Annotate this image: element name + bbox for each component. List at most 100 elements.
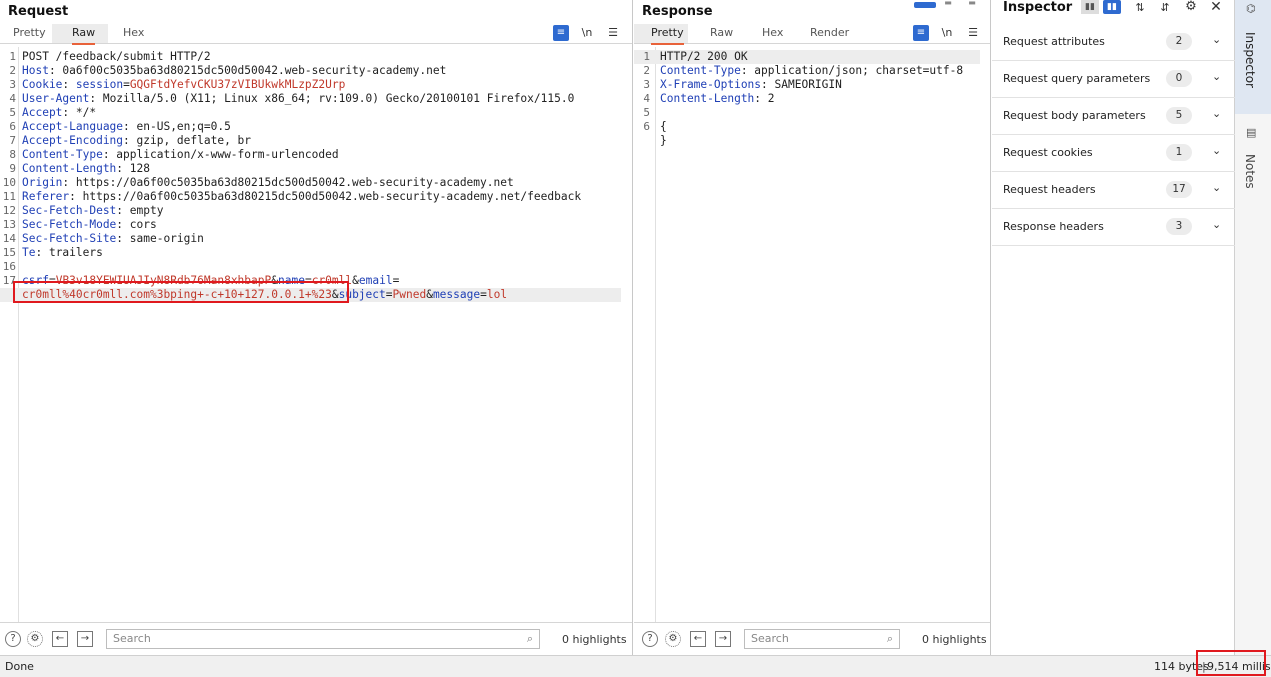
line-text: Host: 0a6f00c5035ba63d80215dc500d50042.w… bbox=[22, 64, 447, 77]
code-line: 3 Cookie: session=GQGFtdYefvCKU37zVIBUkwk… bbox=[0, 78, 621, 92]
line-text: Content-Type: application/json; charset=… bbox=[660, 64, 964, 77]
chevron-down-icon[interactable]: ⌄ bbox=[1212, 218, 1221, 231]
response-tabs: Pretty Raw Hex Render bbox=[634, 24, 990, 45]
rail-inspector-tab[interactable]: ⌬ Inspector bbox=[1235, 0, 1271, 114]
menu-icon[interactable]: ☰ bbox=[605, 25, 621, 41]
close-icon[interactable]: ✕ bbox=[1208, 0, 1224, 15]
row-count-badge: 2 bbox=[1166, 33, 1192, 50]
code-line: 12 Sec-Fetch-Dest: empty bbox=[0, 204, 621, 218]
tab-raw[interactable]: Raw bbox=[710, 26, 733, 43]
request-title: Request bbox=[8, 4, 69, 19]
chevron-down-icon[interactable]: ⌄ bbox=[1212, 181, 1221, 194]
back-arrow-icon[interactable]: ← bbox=[52, 631, 68, 647]
layout-left-icon[interactable]: ▮▮ bbox=[1081, 0, 1099, 14]
newline-toggle[interactable]: \n bbox=[939, 25, 955, 41]
line-text: Accept-Language: en-US,en;q=0.5 bbox=[22, 120, 231, 133]
search-placeholder: Search bbox=[751, 632, 789, 645]
code-line: 7 Accept-Encoding: gzip, deflate, br bbox=[0, 134, 621, 148]
line-text: Sec-Fetch-Site: same-origin bbox=[22, 232, 204, 245]
tab-hex[interactable]: Hex bbox=[762, 26, 783, 43]
wrap-icon[interactable]: ≡ bbox=[553, 25, 569, 41]
line-number: 4 bbox=[643, 92, 650, 105]
request-bottombar: ? ⚙ ← → Search ⌕ 0 highlights bbox=[0, 622, 632, 655]
line-number: 8 bbox=[9, 148, 16, 161]
line-text: Sec-Fetch-Mode: cors bbox=[22, 218, 157, 231]
inspector-row-request-attributes[interactable]: Request attributes 2 ⌄ bbox=[992, 24, 1235, 61]
back-arrow-icon[interactable]: ← bbox=[690, 631, 706, 647]
request-pane: Request Pretty Raw Hex ≡ \n ☰ 1 POST /fee… bbox=[0, 0, 633, 655]
chevron-down-icon[interactable]: ⌄ bbox=[1212, 107, 1221, 120]
row-count-badge: 17 bbox=[1166, 181, 1192, 198]
layout-vertical-icon[interactable]: ▬ bbox=[964, 0, 980, 7]
response-search-input[interactable]: Search ⌕ bbox=[744, 629, 900, 649]
inspector-row-request-body-parameters[interactable]: Request body parameters 5 ⌄ bbox=[992, 98, 1235, 135]
code-line: 13 Sec-Fetch-Mode: cors bbox=[0, 218, 621, 232]
code-line: } bbox=[634, 134, 980, 148]
inspector-row-request-query-parameters[interactable]: Request query parameters 0 ⌄ bbox=[992, 61, 1235, 98]
inspector-pane: Inspector ▮▮ ▮▮ ⇅ ⇵ ⚙ ✕ Request attribut… bbox=[992, 0, 1235, 655]
line-number: 14 bbox=[2, 232, 16, 245]
layout-right-icon[interactable]: ▮▮ bbox=[1103, 0, 1121, 14]
code-line: 5 Accept: */* bbox=[0, 106, 621, 120]
tab-pretty[interactable]: Pretty bbox=[651, 26, 684, 45]
chevron-down-icon[interactable]: ⌄ bbox=[1212, 33, 1221, 46]
menu-icon[interactable]: ☰ bbox=[965, 25, 981, 41]
gear-icon[interactable]: ⚙ bbox=[1183, 0, 1199, 15]
highlight-box-timing bbox=[1196, 650, 1266, 676]
line-number: 11 bbox=[2, 190, 16, 203]
layout-horizontal-icon[interactable]: ▬ bbox=[940, 0, 956, 7]
row-count-badge: 0 bbox=[1166, 70, 1192, 87]
tab-raw[interactable]: Raw bbox=[72, 26, 96, 45]
code-line: 2 Host: 0a6f00c5035ba63d80215dc500d50042.… bbox=[0, 64, 621, 78]
status-bar: Done 114 bytes | 9,514 millis bbox=[0, 650, 1271, 677]
chevron-down-icon[interactable]: ⌄ bbox=[1212, 70, 1221, 83]
tab-pretty[interactable]: Pretty bbox=[13, 26, 46, 43]
wrap-icon[interactable]: ≡ bbox=[913, 25, 929, 41]
layout-split-icon[interactable] bbox=[914, 2, 936, 8]
rail-notes-tab[interactable]: ▤ Notes bbox=[1235, 122, 1271, 197]
newline-toggle[interactable]: \n bbox=[579, 25, 595, 41]
line-number: 4 bbox=[9, 92, 16, 105]
forward-arrow-icon[interactable]: → bbox=[715, 631, 731, 647]
expand-all-icon[interactable]: ⇅ bbox=[1132, 0, 1148, 16]
response-editor[interactable]: 1 HTTP/2 200 OK 2 Content-Type: application… bbox=[634, 47, 980, 622]
settings-icon[interactable]: ⚙ bbox=[27, 631, 43, 647]
collapse-all-icon[interactable]: ⇵ bbox=[1157, 0, 1173, 16]
help-icon[interactable]: ? bbox=[5, 631, 21, 647]
line-text: } bbox=[660, 134, 667, 147]
inspector-row-response-headers[interactable]: Response headers 3 ⌄ bbox=[992, 209, 1235, 246]
response-bottombar: ? ⚙ ← → Search ⌕ 0 highlights bbox=[634, 622, 990, 655]
code-line: 8 Content-Type: application/x-www-form-ur… bbox=[0, 148, 621, 162]
forward-arrow-icon[interactable]: → bbox=[77, 631, 93, 647]
settings-icon[interactable]: ⚙ bbox=[665, 631, 681, 647]
line-number: 13 bbox=[2, 218, 16, 231]
line-number: 1 bbox=[643, 50, 650, 63]
code-line: 1 HTTP/2 200 OK bbox=[634, 50, 980, 64]
response-title: Response bbox=[642, 4, 713, 19]
code-line: 4 Content-Length: 2 bbox=[634, 92, 980, 106]
tab-hex[interactable]: Hex bbox=[123, 26, 144, 43]
request-search-input[interactable]: Search ⌕ bbox=[106, 629, 540, 649]
code-line: 16 bbox=[0, 260, 621, 274]
line-number: 5 bbox=[9, 106, 16, 119]
request-editor[interactable]: 1 POST /feedback/submit HTTP/2 2 Host: 0a6f… bbox=[0, 47, 632, 622]
response-pane: Response Pretty Raw Hex Render ▬ ▬ ≡ \n … bbox=[634, 0, 991, 655]
code-line: 6{ bbox=[634, 120, 980, 134]
inspector-row-request-headers[interactable]: Request headers 17 ⌄ bbox=[992, 172, 1235, 209]
inspector-row-request-cookies[interactable]: Request cookies 1 ⌄ bbox=[992, 135, 1235, 172]
code-line: 6 Accept-Language: en-US,en;q=0.5 bbox=[0, 120, 621, 134]
line-number: 9 bbox=[9, 162, 16, 175]
highlight-box-payload bbox=[13, 281, 349, 303]
search-icon: ⌕ bbox=[526, 632, 533, 645]
help-icon[interactable]: ? bbox=[642, 631, 658, 647]
code-line: 14 Sec-Fetch-Site: same-origin bbox=[0, 232, 621, 246]
line-text: Accept: */* bbox=[22, 106, 97, 119]
tab-render[interactable]: Render bbox=[810, 26, 849, 43]
code-line: 15 Te: trailers bbox=[0, 246, 621, 260]
chevron-down-icon[interactable]: ⌄ bbox=[1212, 144, 1221, 157]
code-line: 3 X-Frame-Options: SAMEORIGIN bbox=[634, 78, 980, 92]
line-number: 3 bbox=[643, 78, 650, 91]
inspector-glasses-icon: ⌬ bbox=[1246, 2, 1256, 15]
line-number: 2 bbox=[643, 64, 650, 77]
search-icon: ⌕ bbox=[886, 632, 893, 645]
